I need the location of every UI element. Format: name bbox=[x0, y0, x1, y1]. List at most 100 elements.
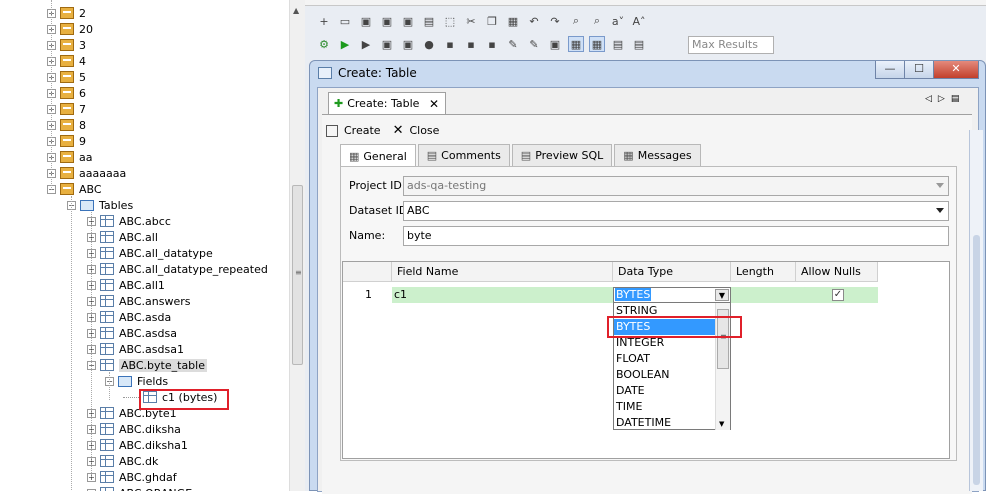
header-length[interactable]: Length bbox=[731, 262, 796, 282]
explain-icon[interactable]: ▣ bbox=[400, 36, 416, 52]
tree-item[interactable]: + ABC.asda bbox=[87, 309, 171, 325]
create-button[interactable]: Create bbox=[344, 124, 381, 137]
open-folder-icon[interactable]: ▭ bbox=[337, 13, 353, 29]
paste-icon[interactable]: ▦ bbox=[505, 13, 521, 29]
tree-item[interactable]: + ABC.answers bbox=[87, 293, 191, 309]
dialog-scroll-thumb[interactable] bbox=[973, 235, 980, 485]
results-grid-icon[interactable]: ▦ bbox=[568, 36, 584, 52]
close-tab-icon[interactable]: ✕ bbox=[429, 97, 439, 111]
create-icon[interactable] bbox=[326, 124, 338, 137]
scroll-up-icon[interactable]: ▲ bbox=[293, 6, 299, 15]
max-results-input[interactable]: Max Results bbox=[688, 36, 774, 54]
tree-item[interactable]: + ABC.asdsa1 bbox=[87, 341, 184, 357]
tree-item[interactable]: + ABC.diksha bbox=[87, 421, 181, 437]
print-icon[interactable]: ▤ bbox=[421, 13, 437, 29]
tab-general[interactable]: ▦ General bbox=[340, 144, 416, 167]
copy-icon[interactable]: ❐ bbox=[484, 13, 500, 29]
tab-preview-sql[interactable]: ▤ Preview SQL bbox=[511, 144, 613, 166]
close-button[interactable]: Close bbox=[409, 124, 439, 137]
history-icon[interactable]: ▤ bbox=[631, 36, 647, 52]
project-id-field[interactable]: ads-qa-testing bbox=[403, 176, 949, 196]
tree-item[interactable]: + ABC.ghdaf bbox=[87, 469, 177, 485]
tab-list-icon[interactable]: ▤ bbox=[951, 94, 966, 104]
cut-icon[interactable]: ✂ bbox=[463, 13, 479, 29]
tree-item[interactable]: + ABC.dk bbox=[87, 453, 158, 469]
uncomment-icon[interactable]: ▣ bbox=[547, 36, 563, 52]
tree-item[interactable]: +20 bbox=[47, 21, 93, 37]
tree-item[interactable]: +8 bbox=[47, 117, 86, 133]
tree-item[interactable]: +3 bbox=[47, 37, 86, 53]
commit-icon[interactable]: ▪ bbox=[442, 36, 458, 52]
field-name-cell[interactable]: c1 bbox=[394, 288, 407, 301]
tree-item[interactable]: + ABC.diksha1 bbox=[87, 437, 188, 453]
run-script-icon[interactable]: ▣ bbox=[379, 36, 395, 52]
undo-icon[interactable]: ↶ bbox=[526, 13, 542, 29]
tree-item[interactable]: +7 bbox=[47, 101, 86, 117]
tree-scrollbar[interactable]: ▲ ≡ bbox=[289, 0, 305, 491]
tree-item[interactable]: − ABC.byte_table bbox=[87, 357, 207, 373]
stop-icon[interactable]: ● bbox=[421, 36, 437, 52]
data-type-option[interactable]: DATE bbox=[614, 383, 730, 399]
tree-item[interactable]: + ABC.all1 bbox=[87, 277, 165, 293]
run-current-icon[interactable]: ▶ bbox=[358, 36, 374, 52]
tree-item[interactable]: +ABC.ORANGE bbox=[87, 485, 192, 491]
data-type-combo[interactable]: BYTES ▼ bbox=[613, 287, 731, 303]
window-close-button[interactable]: ✕ bbox=[933, 61, 979, 79]
tab-comments[interactable]: ▤ Comments bbox=[417, 144, 510, 166]
decrease-font-icon[interactable]: a˅ bbox=[610, 13, 626, 29]
chevron-down-icon[interactable]: ▼ bbox=[715, 289, 729, 301]
select-icon[interactable]: ⬚ bbox=[442, 13, 458, 29]
tree-item[interactable]: +2 bbox=[47, 5, 86, 21]
execute-all-icon[interactable]: ⚙ bbox=[316, 36, 332, 52]
new-icon[interactable]: + bbox=[316, 13, 332, 29]
results-file-icon[interactable]: ▤ bbox=[610, 36, 626, 52]
scroll-down-icon[interactable]: ▼ bbox=[719, 420, 724, 428]
data-type-option[interactable]: FLOAT bbox=[614, 351, 730, 367]
find-replace-icon[interactable]: ⌕ bbox=[589, 13, 605, 29]
name-field[interactable]: byte bbox=[403, 226, 949, 246]
tree-item[interactable]: − ABC bbox=[47, 181, 102, 197]
tree-item[interactable]: − Fields bbox=[105, 373, 168, 389]
rollback-icon[interactable]: ▪ bbox=[463, 36, 479, 52]
tree-item[interactable]: + ABC.all_datatype bbox=[87, 245, 213, 261]
save-as-icon[interactable]: ▣ bbox=[379, 13, 395, 29]
increase-font-icon[interactable]: A˄ bbox=[631, 13, 647, 29]
format-icon[interactable]: ✎ bbox=[505, 36, 521, 52]
save-all-icon[interactable]: ▣ bbox=[400, 13, 416, 29]
data-type-option[interactable]: DATETIME bbox=[614, 415, 730, 431]
tree-item[interactable]: +9 bbox=[47, 133, 86, 149]
run-icon[interactable]: ▶ bbox=[337, 36, 353, 52]
editor-tab[interactable]: ✚ Create: Table ✕ bbox=[328, 92, 446, 114]
tree-item[interactable]: + ABC.all_datatype_repeated bbox=[87, 261, 268, 277]
tab-messages[interactable]: ▦ Messages bbox=[614, 144, 701, 166]
header-data-type[interactable]: Data Type bbox=[613, 262, 731, 282]
tab-next-icon[interactable]: ▷ bbox=[938, 94, 951, 104]
tree-item[interactable]: − Tables bbox=[67, 197, 133, 213]
data-type-option[interactable]: BOOLEAN bbox=[614, 367, 730, 383]
tree-item[interactable]: + ABC.all bbox=[87, 229, 158, 245]
tree-scrollbar-thumb[interactable]: ≡ bbox=[292, 185, 303, 365]
results-text-icon[interactable]: ▦ bbox=[589, 36, 605, 52]
data-type-option[interactable]: TIME bbox=[614, 399, 730, 415]
close-icon[interactable]: ✕ bbox=[393, 123, 404, 138]
tree-item[interactable]: + ABC.abcc bbox=[87, 213, 171, 229]
save-icon[interactable]: ▣ bbox=[358, 13, 374, 29]
find-icon[interactable]: ⌕ bbox=[568, 13, 584, 29]
header-field-name[interactable]: Field Name bbox=[392, 262, 613, 282]
tree-item[interactable]: +6 bbox=[47, 85, 86, 101]
dialog-scrollbar[interactable] bbox=[969, 130, 983, 491]
comment-icon[interactable]: ✎ bbox=[526, 36, 542, 52]
tree-item[interactable]: + aaaaaaa bbox=[47, 165, 126, 181]
tree-item[interactable]: + ABC.asdsa bbox=[87, 325, 177, 341]
dataset-id-field[interactable]: ABC bbox=[403, 201, 949, 221]
redo-icon[interactable]: ↷ bbox=[547, 13, 563, 29]
tree-item[interactable]: + aa bbox=[47, 149, 92, 165]
tab-prev-icon[interactable]: ◁ bbox=[925, 94, 938, 104]
tree-item[interactable]: +5 bbox=[47, 69, 86, 85]
tree-item[interactable]: +4 bbox=[47, 53, 86, 69]
autocommit-icon[interactable]: ▪ bbox=[484, 36, 500, 52]
minimize-button[interactable]: — bbox=[875, 61, 905, 79]
header-allow-nulls[interactable]: Allow Nulls bbox=[796, 262, 878, 282]
allow-nulls-checkbox[interactable]: ✓ bbox=[832, 289, 844, 301]
maximize-button[interactable]: ☐ bbox=[904, 61, 934, 79]
